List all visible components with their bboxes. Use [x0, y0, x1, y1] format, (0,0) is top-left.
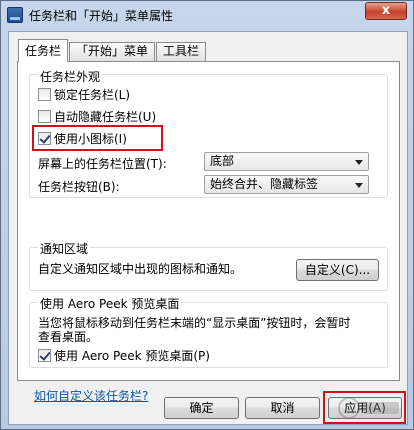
small-icons-checkbox[interactable]: [38, 132, 51, 145]
notification-group-title: 通知区域: [38, 240, 91, 257]
taskbar-location-select[interactable]: 底部: [204, 152, 369, 171]
ok-button[interactable]: 确定: [164, 397, 239, 419]
aero-peek-desc-line2: 查看桌面。: [38, 330, 99, 344]
help-link[interactable]: 如何自定义该任务栏?: [34, 387, 148, 404]
taskbar-buttons-value: 始终合并、隐藏标签: [210, 177, 319, 191]
taskbar-buttons-select[interactable]: 始终合并、隐藏标签: [204, 175, 369, 194]
aero-peek-label: 使用 Aero Peek 预览桌面(P): [54, 349, 210, 363]
tab-taskbar[interactable]: 任务栏: [18, 39, 69, 62]
taskbar-location-value: 底部: [210, 154, 235, 168]
appearance-group-title: 任务栏外观: [38, 68, 103, 85]
aero-peek-option[interactable]: 使用 Aero Peek 预览桌面(P): [38, 347, 210, 365]
lock-taskbar-label: 锁定任务栏(L): [54, 88, 131, 102]
title-bar[interactable]: 任务栏和「开始」菜单属性 x: [1, 1, 413, 29]
chevron-down-icon: [355, 160, 363, 165]
tab-panel: 任务栏外观 锁定任务栏(L) 自动隐藏任务栏(U) 使用小图标(I) 屏幕上的任…: [17, 61, 400, 403]
taskbar-app-icon: [7, 7, 23, 23]
taskbar-buttons-label: 任务栏按钮(B):: [38, 180, 120, 194]
close-button[interactable]: x: [365, 2, 407, 20]
watermark-logo: [338, 397, 399, 419]
chevron-down-icon: [355, 183, 363, 188]
tab-start-menu[interactable]: 「开始」菜单: [69, 42, 156, 61]
autohide-label: 自动隐藏任务栏(U): [54, 110, 157, 124]
taskbar-location-label: 屏幕上的任务栏位置(T):: [38, 157, 167, 171]
autohide-checkbox[interactable]: [38, 110, 51, 123]
small-icons-label: 使用小图标(I): [54, 132, 127, 146]
window-title: 任务栏和「开始」菜单属性: [29, 9, 174, 23]
dialog-client: 任务栏 「开始」菜单 工具栏 任务栏外观 锁定任务栏(L) 自动隐藏任务栏(U)…: [8, 31, 408, 425]
notification-desc: 自定义通知区域中出现的图标和通知。: [38, 262, 243, 276]
tab-toolbars[interactable]: 工具栏: [156, 42, 207, 61]
lock-taskbar-option[interactable]: 锁定任务栏(L): [38, 86, 130, 104]
customize-button[interactable]: 自定义(C)...: [296, 259, 379, 281]
properties-window: 任务栏和「开始」菜单属性 x 任务栏 「开始」菜单 工具栏 任务栏外观 锁定任务…: [0, 0, 414, 430]
cancel-button[interactable]: 取消: [245, 397, 320, 419]
aero-peek-checkbox[interactable]: [38, 349, 51, 362]
lock-taskbar-checkbox[interactable]: [38, 88, 51, 101]
autohide-option[interactable]: 自动隐藏任务栏(U): [38, 108, 156, 126]
small-icons-option[interactable]: 使用小图标(I): [38, 130, 127, 148]
aero-peek-group-title: 使用 Aero Peek 预览桌面: [38, 295, 182, 312]
